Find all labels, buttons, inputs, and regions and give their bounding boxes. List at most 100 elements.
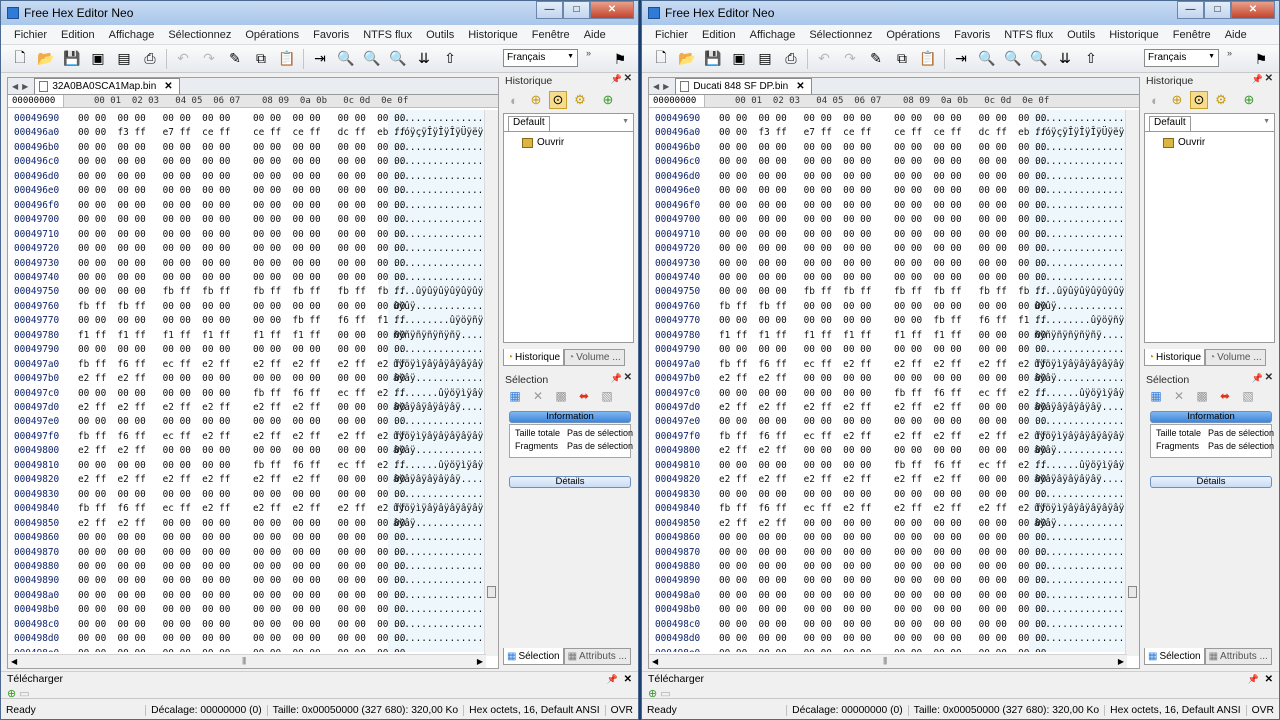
hex-row[interactable]: 00049840 fb ff f6 ff ec ff e2 ff e2 ff e2… — [649, 502, 1127, 516]
open-folder-icon[interactable]: 📂 — [676, 48, 698, 70]
hex-row[interactable]: 000496f0 00 00 00 00 00 00 00 00 00 00 00… — [649, 199, 1127, 213]
hex-row[interactable]: 00049780 f1 ff f1 ff f1 ff f1 ff f1 ff f1… — [649, 329, 1127, 343]
open-folder-icon[interactable]: 📂 — [35, 48, 57, 70]
hex-row[interactable]: 000497a0 fb ff f6 ff ec ff e2 ff e2 ff e2… — [649, 358, 1127, 372]
hex-row[interactable]: 00049830 00 00 00 00 00 00 00 00 00 00 00… — [8, 488, 486, 502]
scroll-thumb[interactable] — [1128, 586, 1137, 598]
tab-scroll-right-icon[interactable]: ▶ — [661, 82, 671, 91]
hex-row[interactable]: 00049700 00 00 00 00 00 00 00 00 00 00 00… — [8, 213, 486, 227]
menu-ntfs-flux[interactable]: NTFS flux — [997, 29, 1060, 41]
hex-row[interactable]: 000498d0 00 00 00 00 00 00 00 00 00 00 00… — [649, 632, 1127, 646]
tab-attributs[interactable]: ▦ Attributs ... — [1204, 648, 1272, 665]
hex-row[interactable]: 000496b0 00 00 00 00 00 00 00 00 00 00 00… — [649, 141, 1127, 155]
find-icon[interactable]: 🔍 — [976, 48, 998, 70]
close-tab-icon[interactable]: ✕ — [164, 81, 172, 92]
scroll-left-icon[interactable]: ◀ — [11, 657, 17, 666]
details-button[interactable]: Détails — [509, 476, 631, 488]
save-icon[interactable]: 💾 — [61, 48, 83, 70]
hex-row[interactable]: 00049820 e2 ff e2 ff e2 ff e2 ff e2 ff e2… — [649, 473, 1127, 487]
save-as-icon[interactable]: ▤ — [113, 48, 135, 70]
select-range-icon[interactable]: ⬌ — [576, 388, 592, 404]
hex-row[interactable]: 000497d0 e2 ff e2 ff e2 ff e2 ff e2 ff e2… — [649, 401, 1127, 415]
history-dropdown-icon[interactable]: ▼ — [622, 118, 629, 125]
hex-row[interactable]: 00049800 e2 ff e2 ff 00 00 00 00 00 00 00… — [649, 444, 1127, 458]
select-block-icon[interactable]: ▩ — [553, 388, 569, 404]
pin-icon[interactable]: 📌 — [607, 672, 618, 687]
hex-row[interactable]: 000496d0 00 00 00 00 00 00 00 00 00 00 00… — [8, 170, 486, 184]
hex-row[interactable]: 000497f0 fb ff f6 ff ec ff e2 ff e2 ff e2… — [649, 430, 1127, 444]
goto-icon[interactable]: ⇊ — [1054, 48, 1076, 70]
hex-row[interactable]: 00049820 e2 ff e2 ff e2 ff e2 ff e2 ff e2… — [8, 473, 486, 487]
minimize-button[interactable]: — — [1177, 1, 1204, 19]
menu-affichage[interactable]: Affichage — [102, 29, 162, 41]
menu-fenetre[interactable]: Fenêtre — [525, 29, 577, 41]
menu-fichier[interactable]: Fichier — [7, 29, 54, 41]
new-file-icon[interactable]: 🗋 — [9, 48, 31, 70]
tab-selection[interactable]: ▦ Sélection — [503, 648, 564, 665]
select-range-icon[interactable]: ⬌ — [1217, 388, 1233, 404]
redo-icon[interactable]: ↷ — [198, 48, 220, 70]
save-as-icon[interactable]: ▤ — [754, 48, 776, 70]
menu-ntfs-flux[interactable]: NTFS flux — [356, 29, 419, 41]
hex-row[interactable]: 00049690 00 00 00 00 00 00 00 00 00 00 00… — [8, 112, 486, 126]
hex-row[interactable]: 00049860 00 00 00 00 00 00 00 00 00 00 00… — [8, 531, 486, 545]
hex-row[interactable]: 00049780 f1 ff f1 ff f1 ff f1 ff f1 ff f1… — [8, 329, 486, 343]
menu-fichier[interactable]: Fichier — [648, 29, 695, 41]
hex-row[interactable]: 00049850 e2 ff e2 ff 00 00 00 00 00 00 00… — [8, 517, 486, 531]
maximize-button[interactable]: □ — [1204, 1, 1231, 19]
hex-row[interactable]: 00049870 00 00 00 00 00 00 00 00 00 00 00… — [649, 546, 1127, 560]
history-go-icon[interactable]: ⊕ — [599, 91, 617, 109]
hex-row[interactable]: 00049830 00 00 00 00 00 00 00 00 00 00 00… — [649, 488, 1127, 502]
hex-row[interactable]: 00049730 00 00 00 00 00 00 00 00 00 00 00… — [8, 257, 486, 271]
history-add-icon[interactable]: ⊕ — [1168, 91, 1186, 109]
hex-row[interactable]: 000496f0 00 00 00 00 00 00 00 00 00 00 00… — [8, 199, 486, 213]
tab-scroll-left-icon[interactable]: ◀ — [651, 82, 661, 91]
tab-volume[interactable]: ◔ Volume ... — [564, 349, 625, 366]
hex-row[interactable]: 00049720 00 00 00 00 00 00 00 00 00 00 00… — [649, 242, 1127, 256]
hex-row[interactable]: 000497a0 fb ff f6 ff ec ff e2 ff e2 ff e2… — [8, 358, 486, 372]
document-tab[interactable]: Ducati 848 SF DP.bin ✕ — [675, 78, 812, 94]
copy-icon[interactable]: ⧉ — [250, 48, 272, 70]
hex-row[interactable]: 000497b0 e2 ff e2 ff 00 00 00 00 00 00 00… — [8, 372, 486, 386]
history-go-icon[interactable]: ⊕ — [1240, 91, 1258, 109]
tab-scroll-left-icon[interactable]: ◀ — [10, 82, 20, 91]
hex-row[interactable]: 000497c0 00 00 00 00 00 00 00 00 fb ff f6… — [649, 387, 1127, 401]
select-pattern-icon[interactable]: ▧ — [1240, 388, 1256, 404]
toolbar-overflow-icon[interactable]: » — [1227, 48, 1232, 58]
hex-row[interactable]: 00049790 00 00 00 00 00 00 00 00 00 00 00… — [8, 343, 486, 357]
cursor-tool-icon[interactable]: ⇧ — [439, 48, 461, 70]
close-panel-icon[interactable]: ✕ — [624, 73, 632, 84]
hex-row[interactable]: 00049750 00 00 00 00 fb ff fb ff fb ff fb… — [8, 285, 486, 299]
hex-row[interactable]: 00049880 00 00 00 00 00 00 00 00 00 00 00… — [8, 560, 486, 574]
tab-scroll-right-icon[interactable]: ▶ — [20, 82, 30, 91]
pin-icon[interactable]: 📌 — [1252, 373, 1263, 384]
menu-outils[interactable]: Outils — [419, 29, 461, 41]
save-icon[interactable]: 💾 — [702, 48, 724, 70]
hex-row[interactable]: 000496e0 00 00 00 00 00 00 00 00 00 00 00… — [649, 184, 1127, 198]
close-button[interactable]: ✕ — [590, 1, 634, 19]
hex-row[interactable]: 00049750 00 00 00 00 fb ff fb ff fb ff fb… — [649, 285, 1127, 299]
find-next-icon[interactable]: 🔍 — [361, 48, 383, 70]
hex-row[interactable]: 00049840 fb ff f6 ff ec ff e2 ff e2 ff e2… — [8, 502, 486, 516]
scroll-left-icon[interactable]: ◀ — [652, 657, 658, 666]
hex-row[interactable]: 00049760 fb ff fb ff 00 00 00 00 00 00 00… — [8, 300, 486, 314]
menu-selectionnez[interactable]: Sélectionnez — [161, 29, 238, 41]
menu-operations[interactable]: Opérations — [879, 29, 947, 41]
new-file-icon[interactable]: 🗋 — [650, 48, 672, 70]
select-clear-icon[interactable]: ✕ — [530, 388, 546, 404]
maximize-button[interactable]: □ — [563, 1, 590, 19]
minimize-button[interactable]: — — [536, 1, 563, 19]
edit-icon[interactable]: ✎ — [865, 48, 887, 70]
select-clear-icon[interactable]: ✕ — [1171, 388, 1187, 404]
select-grid-icon[interactable]: ▦ — [507, 388, 523, 404]
vertical-scrollbar[interactable] — [484, 110, 498, 656]
document-tab[interactable]: 32A0BA0SCA1Map.bin ✕ — [34, 78, 180, 94]
hex-row[interactable]: 00049850 e2 ff e2 ff 00 00 00 00 00 00 00… — [649, 517, 1127, 531]
hex-row[interactable]: 00049800 e2 ff e2 ff 00 00 00 00 00 00 00… — [8, 444, 486, 458]
close-panel-icon[interactable]: ✕ — [1265, 73, 1273, 84]
history-dropdown-icon[interactable]: ▼ — [1263, 118, 1270, 125]
hex-row[interactable]: 000498e0 00 00 00 00 00 00 00 00 00 00 00… — [8, 647, 486, 652]
history-view-icon[interactable]: ⊙ — [1190, 91, 1208, 109]
menu-selectionnez[interactable]: Sélectionnez — [802, 29, 879, 41]
hex-row[interactable]: 000496c0 00 00 00 00 00 00 00 00 00 00 00… — [8, 155, 486, 169]
